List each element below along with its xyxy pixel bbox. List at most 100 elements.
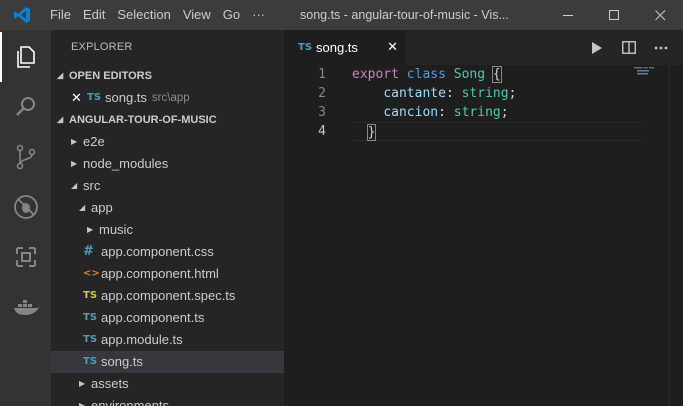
open-editor-path: src\app: [151, 92, 190, 104]
tab-label: song.ts: [316, 40, 358, 55]
tree-item-label: src: [83, 178, 101, 193]
open-editors-header[interactable]: ◢ OPEN EDITORS: [51, 65, 284, 87]
vertical-scrollbar[interactable]: [669, 65, 683, 406]
menu-view[interactable]: View: [177, 0, 217, 30]
editor-tabs: TS song.ts ✕: [284, 30, 683, 65]
code-line: cancion: string;: [383, 105, 509, 120]
source-control-icon: [16, 144, 35, 170]
tree-file-app-component-ts[interactable]: TS app.component.ts: [51, 307, 284, 329]
tree-item-label: app.module.ts: [101, 332, 183, 347]
menu-bar: File Edit Selection View Go ···: [44, 0, 271, 30]
tree-file-app-component-spec-ts[interactable]: TS app.component.spec.ts: [51, 285, 284, 307]
tree-item-label: music: [99, 222, 133, 237]
more-actions-icon: [654, 46, 668, 49]
docker-button[interactable]: [0, 282, 51, 332]
code-line: export class Song {: [352, 66, 502, 83]
menu-file[interactable]: File: [44, 0, 77, 30]
line-number-gutter: 1 2 3 4: [284, 65, 332, 141]
html-file-icon: <>: [83, 268, 100, 279]
tree-folder-node-modules[interactable]: ▶ node_modules: [51, 153, 284, 175]
tree-folder-src[interactable]: ◢ src: [51, 175, 284, 197]
tree-file-app-component-css[interactable]: # app.component.css: [51, 241, 284, 263]
more-actions-button[interactable]: [645, 30, 677, 65]
extensions-button[interactable]: [0, 232, 51, 282]
sidebar-title: EXPLORER: [71, 41, 133, 53]
window-title: song.ts - angular-tour-of-music - Vis...: [300, 8, 509, 22]
menu-edit[interactable]: Edit: [77, 0, 111, 30]
tree-item-label: song.ts: [101, 354, 143, 369]
minimize-button[interactable]: [545, 0, 591, 30]
line-number: 3: [318, 105, 326, 120]
line-number: 1: [318, 67, 326, 82]
debug-icon: [13, 195, 38, 219]
close-editor-icon[interactable]: ✕: [71, 87, 87, 109]
maximize-button[interactable]: [591, 0, 637, 30]
tree-folder-environments[interactable]: ▶ environments: [51, 395, 284, 406]
split-editor-button[interactable]: [613, 30, 645, 65]
line-number: 4: [318, 124, 326, 139]
project-header[interactable]: ◢ ANGULAR-TOUR-OF-MUSIC: [51, 109, 284, 131]
code-editor[interactable]: 1 2 3 4 export class Song { cantante: st…: [284, 65, 683, 406]
tree-item-label: app.component.css: [101, 244, 214, 259]
maximize-icon: [608, 9, 619, 20]
collapse-icon: ◢: [79, 203, 86, 212]
minimap[interactable]: [634, 65, 670, 406]
run-button[interactable]: [581, 30, 613, 65]
tree-item-label: environments: [91, 398, 170, 406]
typescript-file-icon: TS: [83, 356, 98, 367]
expand-icon: ▶: [79, 379, 86, 388]
source-control-button[interactable]: [0, 132, 51, 182]
tree-item-label: assets: [91, 376, 129, 391]
menu-go[interactable]: Go: [217, 0, 246, 30]
explorer-sidebar: EXPLORER ◢ OPEN EDITORS ✕ TS song.ts src…: [51, 30, 284, 406]
collapse-icon: ◢: [57, 71, 64, 80]
tree-item-label: e2e: [83, 134, 105, 149]
tree-file-app-module-ts[interactable]: TS app.module.ts: [51, 329, 284, 351]
open-editor-item[interactable]: ✕ TS song.ts src\app: [51, 87, 284, 109]
tab-song-ts[interactable]: TS song.ts ✕: [284, 30, 406, 65]
title-bar: File Edit Selection View Go ··· song.ts …: [0, 0, 683, 30]
minimap-preview: [634, 67, 654, 75]
tree-folder-assets[interactable]: ▶ assets: [51, 373, 284, 395]
expand-icon: ▶: [87, 225, 94, 234]
collapse-icon: ◢: [57, 115, 64, 124]
code-content[interactable]: export class Song { cantante: string; ca…: [352, 65, 642, 141]
search-icon: [15, 97, 35, 116]
typescript-file-icon: TS: [87, 92, 102, 103]
open-editor-label: song.ts: [105, 90, 147, 105]
tree-item-label: app.component.html: [101, 266, 219, 281]
menu-more[interactable]: ···: [246, 0, 271, 30]
menu-selection[interactable]: Selection: [111, 0, 176, 30]
close-tab-icon[interactable]: ✕: [387, 39, 398, 55]
code-line: cantante: string;: [383, 86, 517, 101]
line-number: 2: [318, 86, 326, 101]
files-icon: [16, 46, 35, 68]
extensions-icon: [15, 247, 36, 267]
tree-folder-e2e[interactable]: ▶ e2e: [51, 131, 284, 153]
tree-item-label: app.component.ts: [101, 310, 205, 325]
expand-icon: ▶: [71, 159, 78, 168]
explorer-button[interactable]: [0, 32, 51, 82]
editor-actions: [581, 30, 677, 65]
collapse-icon: ◢: [71, 181, 78, 190]
typescript-file-icon: TS: [298, 42, 313, 53]
css-file-icon: #: [83, 244, 94, 259]
code-line-current: }: [352, 122, 642, 141]
tree-file-song-ts[interactable]: TS song.ts: [51, 351, 284, 373]
tree-item-label: node_modules: [83, 156, 169, 171]
minimize-icon: [562, 14, 573, 16]
vscode-logo-icon: [0, 0, 44, 30]
expand-icon: ▶: [79, 401, 86, 406]
tree-item-label: app: [91, 200, 113, 215]
typescript-file-icon: TS: [83, 312, 98, 323]
debug-button[interactable]: [0, 182, 51, 232]
expand-icon: ▶: [71, 137, 78, 146]
tree-folder-app[interactable]: ◢ app: [51, 197, 284, 219]
docker-icon: [13, 300, 39, 315]
tree-file-app-component-html[interactable]: <> app.component.html: [51, 263, 284, 285]
close-window-button[interactable]: [637, 0, 683, 30]
typescript-spec-file-icon: TS: [83, 290, 98, 301]
search-button[interactable]: [0, 82, 51, 132]
activity-bar: [0, 30, 51, 406]
tree-folder-music[interactable]: ▶ music: [51, 219, 284, 241]
